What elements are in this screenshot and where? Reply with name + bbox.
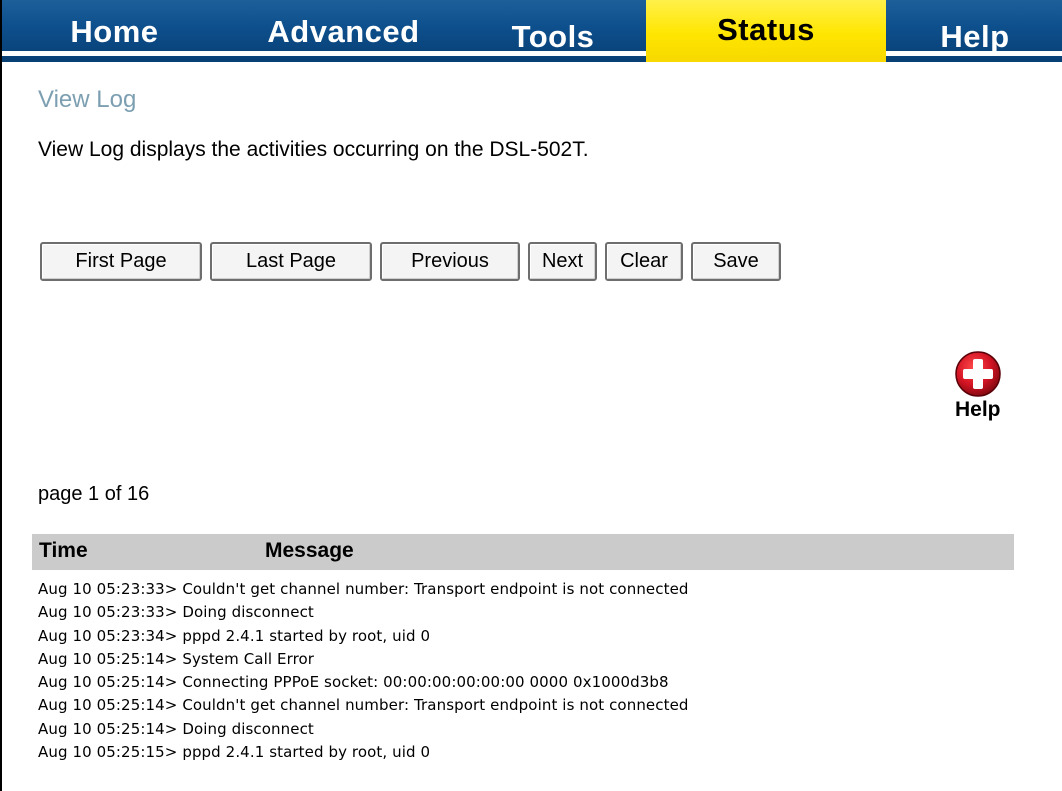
log-entries: Aug 10 05:23:33> Couldn't get channel nu… <box>38 578 689 764</box>
tab-tools-label: Tools <box>511 19 595 54</box>
help-label[interactable]: Help <box>955 398 1001 422</box>
log-entry: Aug 10 05:23:34> pppd 2.4.1 started by r… <box>38 626 431 645</box>
page-description: View Log displays the activities occurri… <box>38 138 589 161</box>
last-page-button[interactable]: Last Page <box>210 242 372 281</box>
main-navigation: Home Advanced Tools Status Help <box>2 0 1062 62</box>
log-entry: Aug 10 05:25:15> pppd 2.4.1 started by r… <box>38 743 431 762</box>
first-page-button[interactable]: First Page <box>40 242 202 281</box>
log-table-header: Time Message <box>32 534 1014 570</box>
tab-help[interactable]: Help <box>886 0 1062 62</box>
log-entry: Aug 10 05:25:14> Couldn't get channel nu… <box>38 696 689 715</box>
page-title: View Log <box>38 86 137 113</box>
tab-home[interactable]: Home <box>2 0 227 62</box>
tab-status[interactable]: Status <box>646 0 886 62</box>
column-header-message: Message <box>265 539 354 562</box>
page-frame: Home Advanced Tools Status Help View Log… <box>0 0 1062 791</box>
tab-home-label: Home <box>70 14 159 49</box>
tab-help-label: Help <box>940 19 1010 54</box>
log-entry: Aug 10 05:25:14> Connecting PPPoE socket… <box>38 673 669 692</box>
previous-button[interactable]: Previous <box>380 242 520 281</box>
log-entry: Aug 10 05:23:33> Doing disconnect <box>38 603 314 622</box>
tab-advanced-label: Advanced <box>267 14 420 49</box>
log-entry: Aug 10 05:25:14> System Call Error <box>38 649 315 668</box>
next-button[interactable]: Next <box>528 242 597 281</box>
log-entry: Aug 10 05:25:14> Doing disconnect <box>38 719 314 738</box>
tab-advanced[interactable]: Advanced <box>227 0 460 62</box>
plus-circle-icon[interactable] <box>954 350 1002 398</box>
clear-button[interactable]: Clear <box>605 242 683 281</box>
tab-status-label: Status <box>717 12 815 47</box>
save-button[interactable]: Save <box>691 242 781 281</box>
log-entry: Aug 10 05:23:33> Couldn't get channel nu… <box>38 580 689 598</box>
tab-tools[interactable]: Tools <box>460 0 646 62</box>
pagination-text: page 1 of 16 <box>38 483 150 505</box>
column-header-time: Time <box>39 539 88 562</box>
